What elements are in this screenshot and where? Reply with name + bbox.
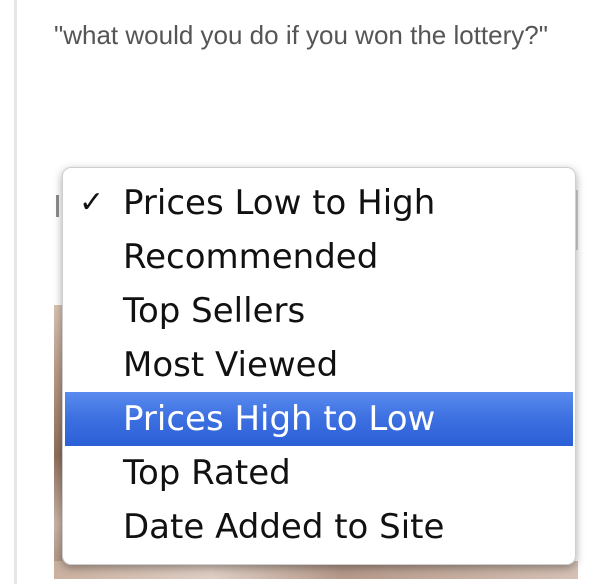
- menu-item-label: Top Sellers: [123, 291, 306, 331]
- menu-item-top-rated[interactable]: Top Rated: [63, 446, 575, 500]
- menu-item-label: Prices Low to High: [123, 183, 436, 223]
- menu-item-label: Date Added to Site: [123, 507, 445, 547]
- checkmark-icon: ✓: [79, 185, 105, 220]
- menu-item-recommended[interactable]: Recommended: [63, 230, 575, 284]
- menu-item-label: Most Viewed: [123, 345, 339, 385]
- menu-item-top-sellers[interactable]: Top Sellers: [63, 284, 575, 338]
- menu-item-most-viewed[interactable]: Most Viewed: [63, 338, 575, 392]
- menu-item-prices-high-to-low[interactable]: Prices High to Low: [65, 392, 573, 446]
- menu-item-label: Prices High to Low: [123, 399, 436, 439]
- select-control-edge: [56, 195, 59, 217]
- menu-item-label: Recommended: [123, 237, 379, 277]
- menu-item-date-added[interactable]: Date Added to Site: [63, 500, 575, 554]
- menu-item-label: Top Rated: [123, 453, 291, 493]
- post-left-border: [14, 0, 17, 584]
- post-caption: "what would you do if you won the lotter…: [54, 20, 548, 50]
- sort-dropdown-menu[interactable]: ✓ Prices Low to High Recommended Top Sel…: [62, 167, 576, 565]
- menu-item-prices-low-to-high[interactable]: ✓ Prices Low to High: [63, 176, 575, 230]
